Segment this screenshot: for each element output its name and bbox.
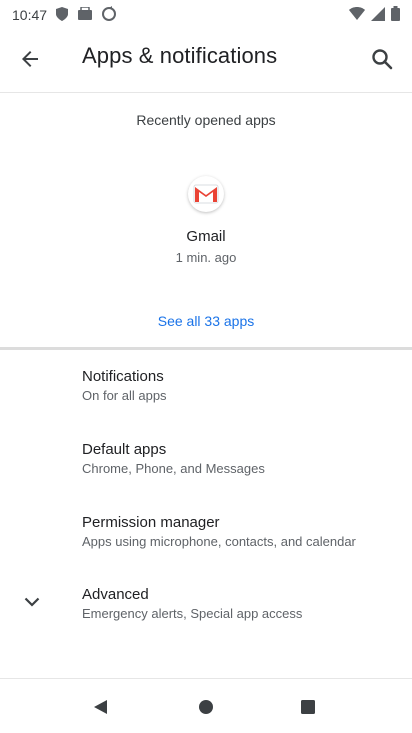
search-icon <box>372 49 393 70</box>
arrow-back-icon <box>22 51 38 67</box>
settings-item-subtitle: Emergency alerts, Special app access <box>82 606 303 621</box>
recent-app-time: 1 min. ago <box>175 250 237 265</box>
settings-item-notifications[interactable]: Notifications On for all apps <box>82 368 392 403</box>
settings-item-title: Advanced <box>82 586 149 603</box>
search-button[interactable] <box>366 43 398 75</box>
nav-back-button[interactable] <box>88 695 112 719</box>
nav-recents-icon <box>301 700 315 714</box>
nav-home-icon <box>199 700 213 714</box>
back-button[interactable] <box>14 43 46 75</box>
settings-item-subtitle: On for all apps <box>82 388 167 403</box>
app-bar: Apps & notifications <box>0 30 412 88</box>
store-icon <box>77 5 93 24</box>
settings-item-advanced[interactable]: Advanced Emergency alerts, Special app a… <box>82 586 392 621</box>
status-left: 10:47 <box>12 5 117 25</box>
page-title: Apps & notifications <box>82 43 278 68</box>
settings-item-title: Permission manager <box>82 514 220 531</box>
nav-home-button[interactable] <box>194 695 218 719</box>
settings-item-title: Default apps <box>82 441 167 458</box>
shield-icon <box>55 6 69 25</box>
see-all-apps-link[interactable]: See all 33 apps <box>0 313 412 329</box>
wifi-icon <box>349 6 365 24</box>
recent-app-name: Gmail <box>186 228 226 245</box>
sync-icon <box>101 5 117 25</box>
status-time: 10:47 <box>12 7 48 23</box>
signal-icon <box>371 6 385 24</box>
chevron-down-icon <box>20 590 44 614</box>
settings-item-permission-manager[interactable]: Permission manager Apps using microphone… <box>82 514 392 549</box>
nav-recents-button[interactable] <box>296 695 320 719</box>
settings-item-subtitle: Chrome, Phone, and Messages <box>82 461 265 476</box>
recent-apps-header: Recently opened apps <box>136 112 276 128</box>
section-divider <box>0 347 412 350</box>
status-bar: 10:47 <box>0 0 412 30</box>
settings-item-subtitle: Apps using microphone, contacts, and cal… <box>82 534 356 549</box>
battery-icon <box>391 6 400 24</box>
app-bar-divider <box>0 92 412 93</box>
gmail-icon <box>188 176 224 212</box>
status-right <box>349 6 400 24</box>
settings-item-title: Notifications <box>82 368 164 385</box>
nav-back-icon <box>94 700 107 714</box>
settings-item-default-apps[interactable]: Default apps Chrome, Phone, and Messages <box>82 441 392 476</box>
navigation-bar <box>0 678 412 733</box>
